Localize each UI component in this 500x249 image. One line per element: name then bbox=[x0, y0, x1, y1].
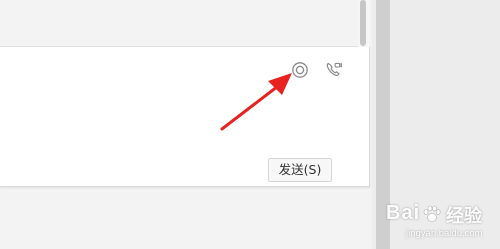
screen-record-icon[interactable] bbox=[291, 61, 309, 79]
scrollbar-thumb[interactable] bbox=[360, 0, 366, 46]
send-button[interactable]: 发送(S) bbox=[268, 158, 332, 182]
chat-panel: 发送(S) bbox=[0, 0, 372, 249]
paw-icon bbox=[423, 205, 441, 222]
watermark-url: jingyan.baidu.com bbox=[406, 228, 483, 239]
baidu-watermark: Bai 经验 jingyan.baidu.com bbox=[384, 200, 500, 242]
voice-call-icon[interactable] bbox=[325, 61, 343, 79]
chat-window: 发送(S) Bai 经验 jingyan.baidu.com bbox=[0, 0, 500, 249]
watermark-brand-right: 经验 bbox=[446, 206, 482, 226]
message-history-area[interactable] bbox=[0, 0, 358, 47]
watermark-brand-left: Bai bbox=[386, 202, 421, 224]
lower-panel bbox=[0, 189, 372, 249]
